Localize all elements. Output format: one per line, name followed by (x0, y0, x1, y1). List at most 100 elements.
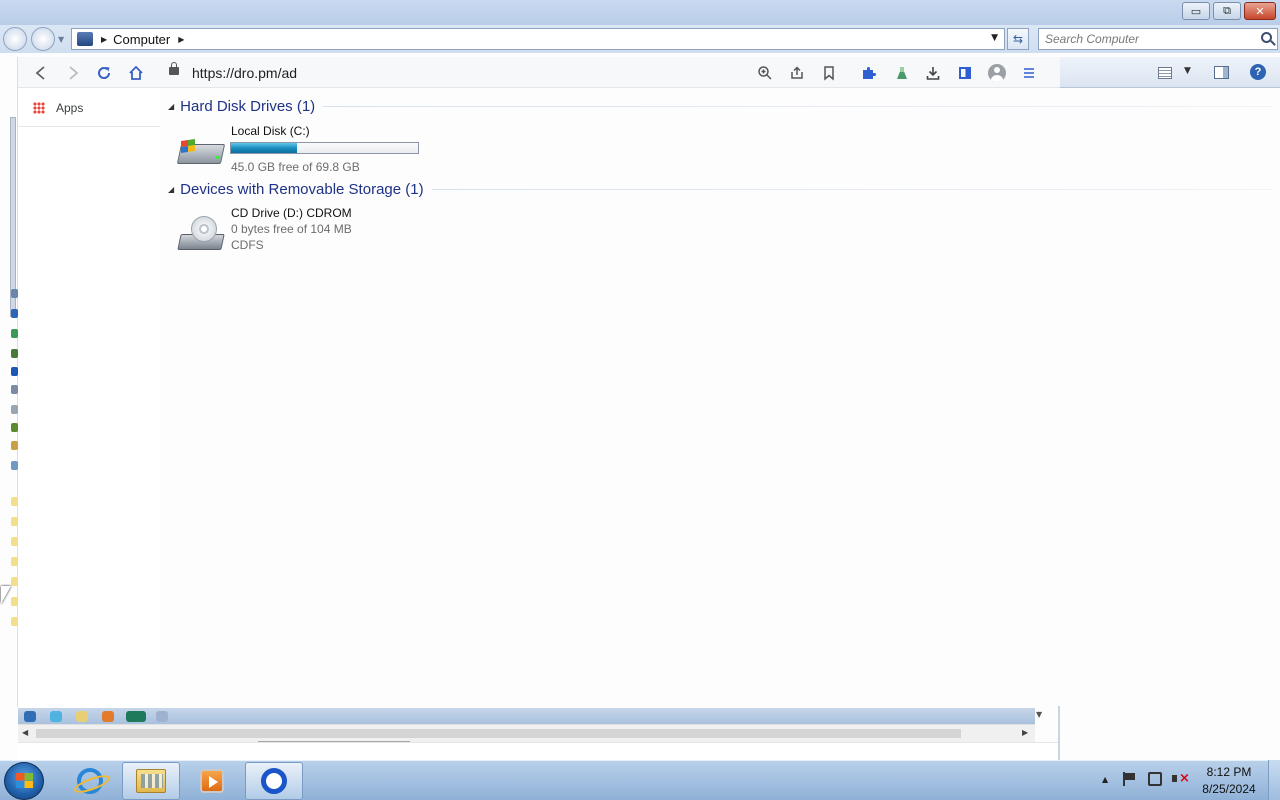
apps-grid-icon (33, 102, 45, 114)
zoom-icon[interactable] (755, 63, 775, 83)
download-icon[interactable] (923, 63, 943, 83)
folder-icon[interactable] (11, 537, 18, 546)
home-icon[interactable] (127, 64, 145, 82)
nav-item-icon[interactable] (11, 329, 18, 338)
media-icon[interactable] (102, 711, 114, 722)
side-panel-icon[interactable] (955, 63, 975, 83)
menu-icon[interactable] (1019, 63, 1039, 83)
nav-item-icon[interactable] (11, 309, 18, 318)
explorer-refresh-button[interactable]: ⇆ (1007, 28, 1029, 50)
quick-launch-bar (18, 708, 1035, 724)
media-player-icon (200, 769, 224, 793)
show-hidden-icons-icon[interactable]: ▲ (1102, 775, 1108, 784)
profile-icon[interactable] (987, 63, 1007, 83)
action-center-flag-icon[interactable] (1123, 772, 1137, 786)
breadcrumb-arrow-icon[interactable]: ▶ (101, 35, 107, 44)
back-icon[interactable] (32, 64, 50, 82)
close-button[interactable]: ✕ (1244, 2, 1276, 20)
drive-free-space: 0 bytes free of 104 MB (231, 222, 352, 236)
taskbar-media-player[interactable] (183, 762, 241, 800)
folder-icon[interactable] (11, 617, 18, 626)
system-clock[interactable]: 8:12 PM 8/25/2024 (1194, 764, 1264, 796)
bookmarks-panel: Apps (18, 88, 160, 708)
search-box[interactable] (1038, 28, 1278, 50)
forward-icon[interactable] (64, 64, 82, 82)
group-divider (323, 106, 1273, 107)
url-text[interactable]: https://dro.pm/ad (192, 65, 297, 81)
group-header-removable-storage[interactable]: ◢ Devices with Removable Storage (1) (168, 181, 1273, 198)
group-title: Hard Disk Drives (1) (180, 98, 316, 115)
search-input[interactable] (1045, 31, 1245, 47)
view-chevron-down-icon[interactable]: ▼ (1184, 66, 1191, 76)
explorer-back-button[interactable] (3, 27, 27, 51)
nav-item-icon[interactable] (11, 367, 18, 376)
explorer-window: ▭ ⧉ ✕ ▼ ▶ Computer ▶ ▼ ⇆ ▼ ? (0, 0, 1280, 760)
nav-item-icon[interactable] (11, 385, 18, 394)
collapse-triangle-icon[interactable]: ◢ (168, 102, 174, 111)
scrollbar-track[interactable] (36, 729, 961, 738)
minimize-button[interactable]: ▭ (1182, 2, 1210, 20)
internet-explorer-icon (77, 768, 103, 794)
preview-pane-icon[interactable] (1214, 66, 1229, 79)
quick-launch-icon[interactable] (24, 711, 36, 722)
hard-drive-icon (176, 134, 226, 170)
nav-item-icon[interactable] (11, 289, 18, 298)
quick-launch-icon[interactable] (50, 711, 62, 722)
collapse-triangle-icon[interactable]: ◢ (168, 185, 174, 194)
address-dropdown-chevron-icon[interactable]: ▼ (991, 33, 998, 43)
apps-shortcut[interactable]: Apps (18, 88, 160, 127)
folder-icon[interactable] (11, 517, 18, 526)
nav-item-icon[interactable] (11, 349, 18, 358)
group-header-hard-disk-drives[interactable]: ◢ Hard Disk Drives (1) (168, 98, 1273, 115)
status-strip (18, 742, 1060, 760)
start-button[interactable] (4, 762, 44, 800)
folder-icon[interactable] (11, 597, 18, 606)
scroll-down-icon[interactable]: ▼ (1036, 710, 1042, 719)
chrome-icon (261, 768, 287, 794)
extensions-icon[interactable] (859, 63, 879, 83)
explorer-forward-button[interactable] (31, 27, 55, 51)
clock-time: 8:12 PM (1206, 765, 1252, 779)
share-icon[interactable] (787, 63, 807, 83)
nav-item-icon[interactable] (11, 405, 18, 414)
quick-launch-icon[interactable] (156, 711, 168, 722)
breadcrumb-computer[interactable]: Computer (113, 32, 170, 47)
taskbar (0, 760, 1280, 800)
navigation-pane-scrollbar[interactable] (10, 117, 16, 317)
nav-item-icon[interactable] (11, 441, 18, 450)
scroll-right-icon[interactable]: ▶ (1022, 728, 1028, 737)
nav-item-icon[interactable] (11, 461, 18, 470)
network-icon[interactable] (1148, 772, 1162, 786)
scroll-left-icon[interactable]: ◀ (22, 728, 28, 737)
quick-launch-icon[interactable] (126, 711, 146, 722)
title-bar[interactable]: ▭ ⧉ ✕ (0, 0, 1280, 25)
folder-icon[interactable] (11, 577, 18, 586)
taskbar-chrome[interactable] (245, 762, 303, 800)
address-bar[interactable]: ▶ Computer ▶ ▼ (71, 28, 1005, 50)
explorer-command-bar: ▼ ? (1060, 57, 1280, 88)
taskbar-windows-explorer[interactable] (122, 762, 180, 800)
folder-icon[interactable] (76, 711, 88, 722)
horizontal-scrollbar[interactable]: ◀ ▶ (18, 724, 1035, 742)
show-desktop-button[interactable] (1268, 760, 1280, 800)
recent-pages-chevron-icon[interactable]: ▼ (58, 35, 64, 44)
group-divider (431, 189, 1273, 190)
help-icon[interactable]: ? (1250, 64, 1266, 80)
folder-icon[interactable] (11, 497, 18, 506)
bookmark-icon[interactable] (819, 63, 839, 83)
nav-item-icon[interactable] (11, 423, 18, 432)
taskbar-internet-explorer[interactable] (61, 762, 119, 800)
maximize-button[interactable]: ⧉ (1213, 2, 1241, 20)
drive-name: Local Disk (C:) (231, 124, 310, 138)
search-icon[interactable] (1261, 32, 1272, 43)
volume-muted-icon[interactable] (1172, 772, 1190, 786)
breadcrumb-arrow-icon[interactable]: ▶ (178, 35, 184, 44)
view-options-icon[interactable] (1158, 67, 1172, 79)
mouse-cursor (1, 586, 11, 604)
folder-icon[interactable] (11, 557, 18, 566)
group-title: Devices with Removable Storage (1) (180, 181, 424, 198)
labs-icon[interactable] (892, 63, 912, 83)
disk-usage-bar (230, 142, 419, 154)
lock-icon[interactable] (169, 62, 179, 75)
reload-icon[interactable] (95, 64, 113, 82)
